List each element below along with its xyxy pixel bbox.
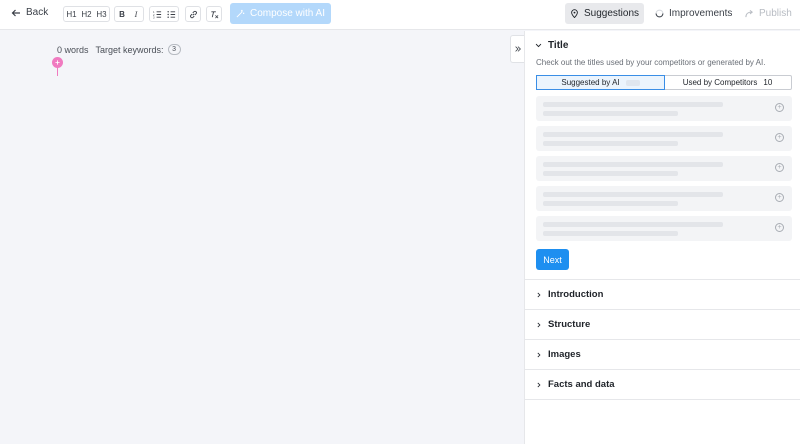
section-images[interactable]: Images bbox=[525, 339, 800, 369]
bold-button[interactable]: B bbox=[115, 7, 129, 21]
link-button[interactable] bbox=[186, 7, 200, 21]
cursor-line bbox=[57, 67, 58, 76]
section-structure[interactable]: Structure bbox=[525, 309, 800, 339]
word-count: 0 words bbox=[57, 44, 89, 55]
title-suggestion-placeholder: + bbox=[536, 126, 792, 151]
chevron-right-icon bbox=[537, 322, 541, 327]
tab-suggested-by-ai-label: Suggested by AI bbox=[561, 78, 620, 87]
back-button[interactable]: Back bbox=[11, 7, 48, 18]
publish-label: Publish bbox=[759, 8, 792, 19]
progress-ring-icon bbox=[655, 9, 664, 18]
link-icon bbox=[189, 10, 197, 18]
sections-divider bbox=[525, 399, 800, 400]
editor-stats: 0 words Target keywords: 3 bbox=[57, 44, 181, 55]
collaborator-cursor-marker bbox=[52, 57, 63, 77]
list-group: 123 bbox=[149, 6, 179, 22]
improvements-label: Improvements bbox=[669, 8, 733, 19]
heading-2-label: H2 bbox=[81, 9, 92, 19]
heading-1-label: H1 bbox=[66, 9, 77, 19]
double-chevron-right-icon bbox=[514, 46, 521, 52]
editor-toolbar: Back H1 H2 H3 B I 123 Compose with AI Su… bbox=[0, 0, 800, 30]
add-circle-icon[interactable]: + bbox=[775, 163, 784, 172]
publish-button[interactable]: Publish bbox=[745, 3, 792, 24]
add-circle-icon[interactable]: + bbox=[775, 223, 784, 232]
tab-used-by-competitors-count: 10 bbox=[763, 78, 773, 87]
bullet-list-icon bbox=[166, 10, 175, 18]
tab-used-by-competitors-label: Used by Competitors bbox=[682, 78, 758, 87]
target-keywords-count-badge[interactable]: 3 bbox=[167, 44, 181, 55]
title-suggestion-placeholder: + bbox=[536, 186, 792, 211]
chevron-right-icon bbox=[537, 352, 541, 357]
section-introduction-label: Introduction bbox=[548, 289, 604, 300]
magic-wand-icon bbox=[236, 9, 245, 18]
clear-format-group bbox=[206, 6, 222, 22]
chevron-right-icon bbox=[537, 292, 541, 297]
title-section-description: Check out the titles used by your compet… bbox=[536, 58, 766, 67]
suggestions-button[interactable]: Suggestions bbox=[565, 3, 644, 24]
add-circle-icon[interactable]: + bbox=[775, 133, 784, 142]
tab-suggested-by-ai[interactable]: Suggested by AI bbox=[536, 75, 665, 90]
add-circle-icon[interactable]: + bbox=[775, 193, 784, 202]
tab-suggested-by-ai-count bbox=[625, 79, 640, 86]
improvements-button[interactable]: Improvements bbox=[655, 3, 732, 24]
heading-group: H1 H2 H3 bbox=[63, 6, 110, 22]
title-section-label: Title bbox=[548, 40, 569, 51]
svg-text:3: 3 bbox=[153, 15, 155, 18]
heading-3-button[interactable]: H3 bbox=[94, 7, 109, 21]
compose-with-ai-button[interactable]: Compose with AI bbox=[230, 3, 331, 24]
ordered-list-icon: 123 bbox=[153, 10, 161, 19]
ordered-list-button[interactable]: 123 bbox=[150, 7, 164, 21]
section-facts-and-data-label: Facts and data bbox=[548, 379, 615, 390]
section-facts-and-data[interactable]: Facts and data bbox=[525, 369, 800, 399]
italic-button[interactable]: I bbox=[129, 7, 143, 21]
title-suggestion-placeholder: + bbox=[536, 216, 792, 241]
bold-label: B bbox=[119, 9, 125, 19]
title-source-tabs: Suggested by AI Used by Competitors 10 bbox=[536, 75, 792, 90]
link-group bbox=[185, 6, 201, 22]
compose-label: Compose with AI bbox=[249, 8, 326, 19]
clear-format-button[interactable] bbox=[207, 7, 221, 21]
heading-2-button[interactable]: H2 bbox=[79, 7, 94, 21]
collapse-panel-button[interactable] bbox=[510, 35, 524, 63]
tab-used-by-competitors[interactable]: Used by Competitors 10 bbox=[664, 76, 791, 89]
arrow-left-icon bbox=[11, 9, 20, 16]
share-arrow-icon bbox=[745, 9, 753, 18]
heading-3-label: H3 bbox=[96, 9, 107, 19]
clear-format-icon bbox=[210, 10, 218, 18]
section-images-label: Images bbox=[548, 349, 581, 360]
heading-1-button[interactable]: H1 bbox=[64, 7, 79, 21]
suggestions-label: Suggestions bbox=[583, 8, 640, 19]
location-pin-icon bbox=[571, 9, 578, 18]
format-group: B I bbox=[114, 6, 144, 22]
chevron-down-icon bbox=[535, 43, 542, 48]
back-label: Back bbox=[26, 7, 49, 18]
section-structure-label: Structure bbox=[548, 319, 591, 330]
italic-label: I bbox=[134, 9, 138, 19]
chevron-right-icon bbox=[537, 382, 541, 387]
title-section-header[interactable]: Title bbox=[535, 40, 568, 51]
next-button[interactable]: Next bbox=[536, 249, 569, 270]
section-introduction[interactable]: Introduction bbox=[525, 279, 800, 309]
title-suggestion-placeholder: + bbox=[536, 96, 792, 121]
target-keywords-label: Target keywords: bbox=[95, 44, 164, 55]
suggestions-panel: Title Check out the titles used by your … bbox=[524, 31, 800, 444]
add-circle-icon[interactable]: + bbox=[775, 103, 784, 112]
title-suggestion-placeholder: + bbox=[536, 156, 792, 181]
bullet-list-button[interactable] bbox=[164, 7, 178, 21]
